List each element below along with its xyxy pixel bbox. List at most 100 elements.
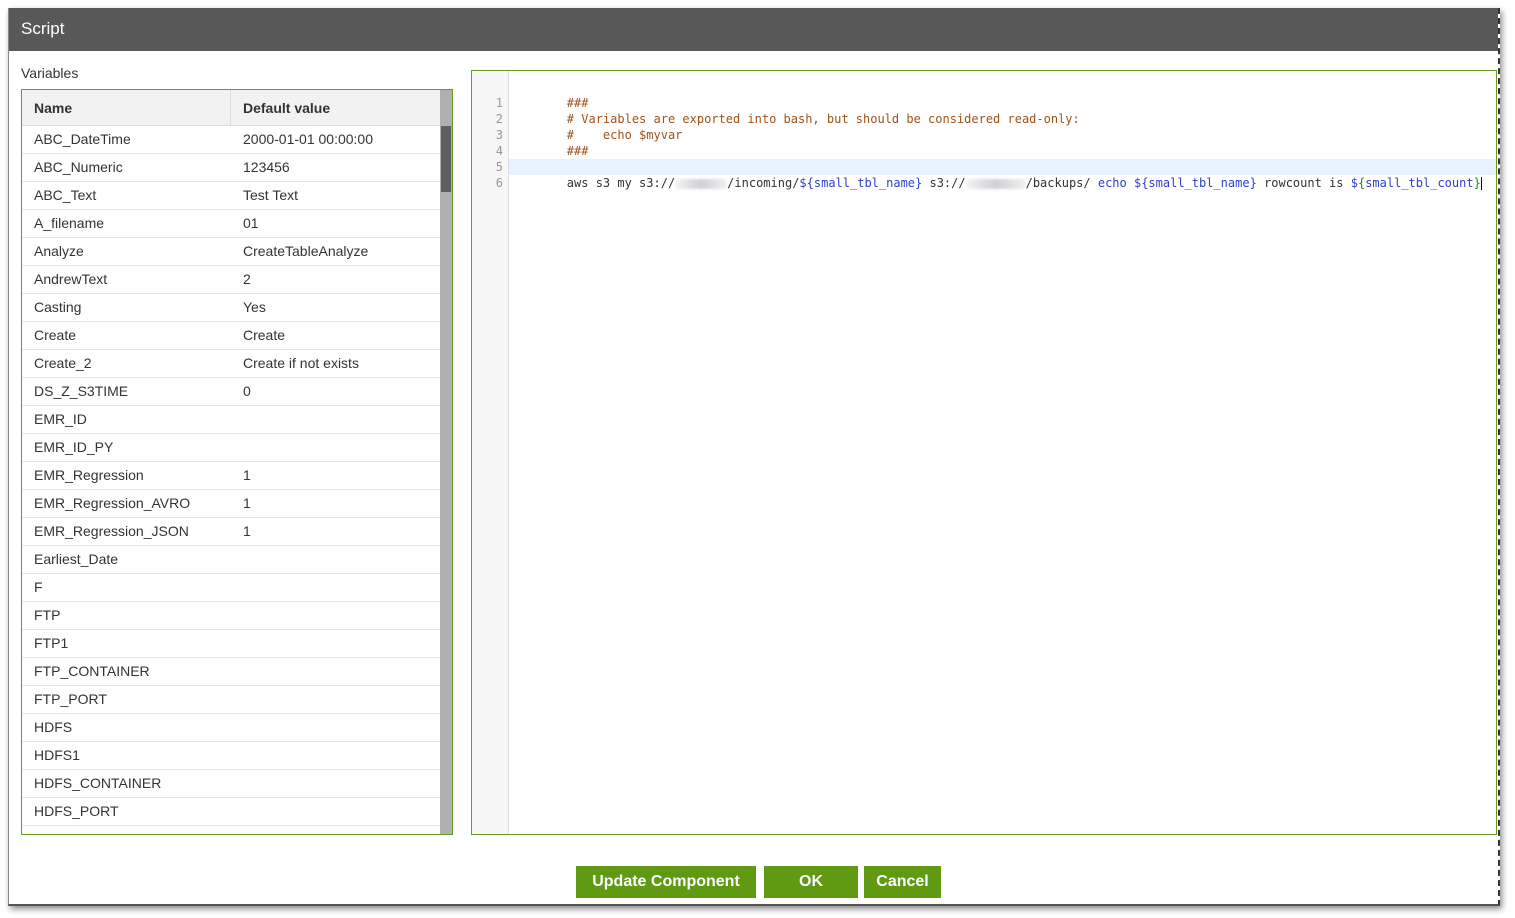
variable-value-cell[interactable] <box>231 406 440 433</box>
redacted-bucket <box>675 178 728 189</box>
table-row[interactable]: DS_Z_S3TIME 0 <box>22 378 440 406</box>
variable-name-cell[interactable]: ABC_Numeric <box>22 154 231 181</box>
table-row[interactable]: Create_2 Create if not exists <box>22 350 440 378</box>
table-row[interactable]: HDFS <box>22 714 440 742</box>
table-row[interactable]: EMR_Regression_AVRO 1 <box>22 490 440 518</box>
variable-value-cell[interactable]: CreateTableAnalyze <box>231 238 440 265</box>
table-row[interactable]: F <box>22 574 440 602</box>
code-line[interactable]: 4 ### <box>496 127 1496 158</box>
table-row[interactable]: HDFS_PORT <box>22 798 440 826</box>
variables-table-header: Name Default value <box>22 90 440 126</box>
variable-name-cell[interactable]: Create <box>22 322 231 349</box>
variable-value-cell[interactable] <box>231 770 440 797</box>
variable-name-cell[interactable]: HDFS1 <box>22 742 231 769</box>
cancel-button[interactable]: Cancel <box>864 866 941 898</box>
variable-name-cell[interactable]: Earliest_Date <box>22 546 231 573</box>
variable-name-cell[interactable]: FTP1 <box>22 630 231 657</box>
table-row[interactable]: FTP_PORT <box>22 686 440 714</box>
code-line-active[interactable]: 6 aws s3 my s3:///incoming/${small_tbl_na… <box>496 159 1496 190</box>
variable-value-cell[interactable] <box>231 630 440 657</box>
table-row[interactable]: AndrewText 2 <box>22 266 440 294</box>
variable-value-cell[interactable] <box>231 434 440 461</box>
variable-value-cell[interactable]: 2 <box>231 266 440 293</box>
variable-value-cell[interactable] <box>231 714 440 741</box>
variable-name-cell[interactable]: FTP_PORT <box>22 686 231 713</box>
column-header-default-value[interactable]: Default value <box>231 90 440 125</box>
variables-scrollbar-thumb[interactable] <box>441 126 451 192</box>
table-row[interactable]: FTP <box>22 602 440 630</box>
variable-value-cell[interactable]: Test Text <box>231 182 440 209</box>
variable-value-cell[interactable] <box>231 546 440 573</box>
code-line[interactable]: 3 # echo $myvar <box>496 111 1496 142</box>
code-text: /incoming/ <box>727 176 800 190</box>
ok-button[interactable]: OK <box>764 866 858 898</box>
table-row[interactable]: Analyze CreateTableAnalyze <box>22 238 440 266</box>
variable-name-cell[interactable]: ABC_Text <box>22 182 231 209</box>
table-row[interactable]: EMR_Regression_JSON 1 <box>22 518 440 546</box>
variable-value-cell[interactable]: Yes <box>231 294 440 321</box>
table-row[interactable]: ABC_Text Test Text <box>22 182 440 210</box>
table-row[interactable]: FTP_CONTAINER <box>22 658 440 686</box>
variable-name-cell[interactable]: HDFS <box>22 714 231 741</box>
script-dialog: Script Variables Name Default value ABC_… <box>8 8 1500 906</box>
table-row[interactable]: EMR_Regression 1 <box>22 462 440 490</box>
table-row[interactable]: A_filename 01 <box>22 210 440 238</box>
redacted-bucket <box>965 178 1026 189</box>
variable-value-cell[interactable]: 01 <box>231 210 440 237</box>
variable-value-cell[interactable]: 123456 <box>231 154 440 181</box>
variable-value-cell[interactable] <box>231 798 440 825</box>
variable-value-cell[interactable]: Create if not exists <box>231 350 440 377</box>
table-row[interactable]: HDFS1 <box>22 742 440 770</box>
code-text: s3:// <box>922 176 966 190</box>
table-row[interactable]: Create Create <box>22 322 440 350</box>
code-brace: } <box>1473 176 1481 190</box>
update-component-button[interactable]: Update Component <box>576 866 756 898</box>
variable-name-cell[interactable]: HDFS_CONTAINER <box>22 770 231 797</box>
variables-scrollbar[interactable] <box>440 90 452 834</box>
table-row[interactable]: ABC_Numeric 123456 <box>22 154 440 182</box>
code-line[interactable]: 1 ### <box>496 79 1496 110</box>
table-row[interactable]: EMR_ID <box>22 406 440 434</box>
variable-name-cell[interactable]: F <box>22 574 231 601</box>
code-keyword: echo <box>1097 176 1134 190</box>
variable-name-cell[interactable]: EMR_Regression_AVRO <box>22 490 231 517</box>
variable-value-cell[interactable] <box>231 742 440 769</box>
variable-name-cell[interactable]: ABC_DateTime <box>22 126 231 153</box>
variable-name-cell[interactable]: AndrewText <box>22 266 231 293</box>
table-row[interactable]: ABC_DateTime 2000-01-01 00:00:00 <box>22 126 440 154</box>
table-row[interactable]: Casting Yes <box>22 294 440 322</box>
variable-value-cell[interactable] <box>231 658 440 685</box>
table-row[interactable]: EMR_ID_PY <box>22 434 440 462</box>
variable-name-cell[interactable]: FTP_CONTAINER <box>22 658 231 685</box>
code-text: aws s3 my s3:// <box>566 176 676 190</box>
variable-value-cell[interactable]: Create <box>231 322 440 349</box>
code-line[interactable]: 2 # Variables are exported into bash, but… <box>496 95 1496 126</box>
variable-name-cell[interactable]: Create_2 <box>22 350 231 377</box>
variable-value-cell[interactable]: 1 <box>231 490 440 517</box>
variable-name-cell[interactable]: EMR_ID_PY <box>22 434 231 461</box>
code-area[interactable]: 1 ### 2 # Variables are exported into bash… <box>496 79 1496 190</box>
variable-value-cell[interactable]: 1 <box>231 518 440 545</box>
code-variable: ${small_tbl_name} <box>799 176 923 190</box>
table-row[interactable]: HDFS_CONTAINER <box>22 770 440 798</box>
variable-value-cell[interactable]: 2000-01-01 00:00:00 <box>231 126 440 153</box>
table-row[interactable]: Earliest_Date <box>22 546 440 574</box>
table-row[interactable]: FTP1 <box>22 630 440 658</box>
code-line[interactable]: 5 <box>496 143 1496 174</box>
variable-name-cell[interactable]: EMR_ID <box>22 406 231 433</box>
variable-name-cell[interactable]: Casting <box>22 294 231 321</box>
script-editor[interactable]: 1 ### 2 # Variables are exported into bash… <box>471 70 1497 835</box>
variable-name-cell[interactable]: EMR_Regression_JSON <box>22 518 231 545</box>
variable-value-cell[interactable] <box>231 686 440 713</box>
variable-value-cell[interactable] <box>231 574 440 601</box>
variable-value-cell[interactable]: 1 <box>231 462 440 489</box>
variable-name-cell[interactable]: A_filename <box>22 210 231 237</box>
column-header-name[interactable]: Name <box>22 90 231 125</box>
variable-value-cell[interactable] <box>231 602 440 629</box>
variable-name-cell[interactable]: Analyze <box>22 238 231 265</box>
variable-name-cell[interactable]: FTP <box>22 602 231 629</box>
variable-value-cell[interactable]: 0 <box>231 378 440 405</box>
variable-name-cell[interactable]: EMR_Regression <box>22 462 231 489</box>
variable-name-cell[interactable]: HDFS_PORT <box>22 798 231 825</box>
variable-name-cell[interactable]: DS_Z_S3TIME <box>22 378 231 405</box>
